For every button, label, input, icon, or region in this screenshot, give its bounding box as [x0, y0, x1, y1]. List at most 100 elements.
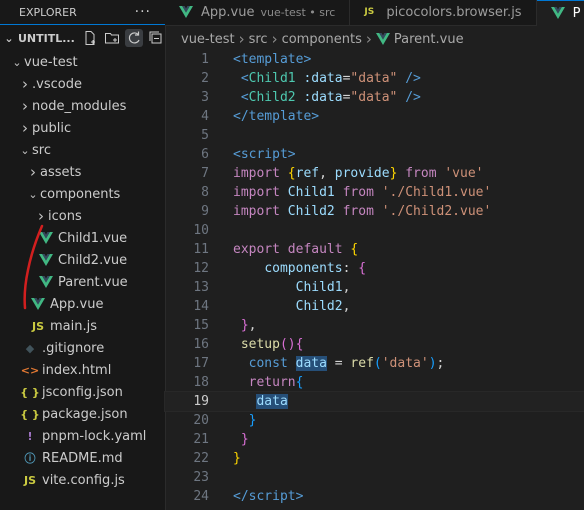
code-token: "data" [350, 71, 398, 86]
code-text: Child2, [209, 297, 351, 316]
code-token: setup [240, 337, 280, 352]
code-line[interactable]: 9 import Child2 from './Child2.vue' [165, 202, 584, 221]
code-line[interactable]: 4 </template> [165, 107, 584, 126]
breadcrumb-item[interactable]: components [282, 32, 362, 47]
code-line[interactable]: 15 }, [165, 316, 584, 335]
code-text: const data = ref('data'); [209, 354, 444, 373]
more-actions-icon[interactable]: ··· [135, 4, 151, 20]
tree-item[interactable]: ⌄ components [0, 183, 165, 205]
code-line[interactable]: 13 Child1, [165, 278, 584, 297]
code-token: > [311, 109, 320, 124]
code-token: import [233, 185, 280, 200]
code-line[interactable]: 16 setup(){ [165, 335, 584, 354]
tree-item[interactable]: ⌄ vue-test [0, 51, 165, 73]
code-line[interactable]: 10 [165, 221, 584, 240]
code-line[interactable]: 22} [165, 449, 584, 468]
code-token: template [240, 52, 304, 67]
code-line[interactable]: 21 } [165, 430, 584, 449]
code-token: Child2 [287, 204, 335, 219]
tab-label: picocolors.browser.js [386, 5, 522, 20]
code-token: , [319, 166, 335, 181]
tree-item[interactable]: <> index.html [0, 359, 165, 381]
code-text: </template> [209, 107, 319, 126]
line-number: 16 [193, 337, 209, 352]
refresh-icon[interactable] [124, 29, 143, 47]
tree-item[interactable]: App.vue [0, 293, 165, 315]
code-token: script [248, 489, 296, 504]
code-token: return [248, 375, 296, 390]
code-line[interactable]: 24 </script> [165, 487, 584, 506]
code-line[interactable]: 20 } [165, 411, 584, 430]
code-line[interactable]: 7 import {ref, provide} from 'vue' [165, 164, 584, 183]
code-token: } [233, 451, 241, 466]
tree-item[interactable]: › .vscode [0, 73, 165, 95]
code-token: const [248, 356, 288, 371]
code-line[interactable]: 5 [165, 126, 584, 145]
tree-item[interactable]: Parent.vue [0, 271, 165, 293]
code-line[interactable]: 2 <Child1 :data="data" /> [165, 69, 584, 88]
chevron-right-icon: › [38, 207, 44, 225]
tree-item[interactable]: JS main.js [0, 315, 165, 337]
tree-item-label: vue-test [24, 54, 78, 70]
tree-item[interactable]: ⌄ src [0, 139, 165, 161]
tab-1[interactable]: App.vue vue-test • src [165, 0, 351, 25]
code-line[interactable]: 3 <Child2 :data="data" /> [165, 88, 584, 107]
tree-item-label: index.html [42, 362, 112, 378]
chevron-right-icon: › [30, 163, 36, 181]
tree-item[interactable]: { } jsconfig.json [0, 381, 165, 403]
code-line[interactable]: 23 [165, 468, 584, 487]
breadcrumb-item[interactable]: src [249, 32, 268, 47]
tree-item[interactable]: › icons [0, 205, 165, 227]
code-line[interactable]: 11 export default { [165, 240, 584, 259]
tab-3[interactable]: P [536, 0, 584, 26]
new-file-icon[interactable] [81, 29, 99, 47]
tree-item[interactable]: ! pnpm-lock.yaml [0, 425, 165, 447]
line-number: 17 [193, 356, 209, 371]
tree-item[interactable]: Child1.vue [0, 227, 165, 249]
tree-item-label: .vscode [32, 76, 82, 92]
code-token: </ [233, 489, 249, 504]
code-line[interactable]: 18 return{ [165, 373, 584, 392]
tree-item[interactable]: › assets [0, 161, 165, 183]
tree-item-label: README.md [42, 450, 123, 466]
code-line[interactable]: 19 data [164, 391, 584, 412]
tree-item[interactable]: JS vite.config.js [0, 469, 165, 491]
json-file-icon: { } [20, 407, 40, 421]
workspace-header[interactable]: ⌄ UNTITL... [0, 24, 165, 51]
tree-item[interactable]: ⓘ README.md [0, 447, 165, 469]
breadcrumb-item[interactable]: vue-test [181, 32, 235, 47]
tree-item[interactable]: { } package.json [0, 403, 165, 425]
chevron-down-icon: ⌄ [12, 55, 22, 69]
code-line[interactable]: 1 <template> [165, 50, 584, 69]
git-file-icon: ◆ [25, 341, 35, 355]
collapse-all-icon[interactable] [147, 29, 165, 47]
code-token: , [248, 318, 257, 333]
code-line[interactable]: 14 Child2, [165, 297, 584, 316]
tree-item[interactable]: ◆ .gitignore [0, 337, 165, 359]
code-line[interactable]: 17 const data = ref('data'); [165, 354, 584, 373]
html-file-icon: <> [20, 363, 40, 377]
code-editor[interactable]: 1 <template> 2 <Child1 :data="data" /> 3 <C… [164, 50, 584, 510]
tree-item[interactable]: › public [0, 117, 165, 139]
code-token: > [303, 52, 312, 67]
code-line[interactable]: 6 <script> [165, 145, 584, 164]
breadcrumb-item[interactable]: Parent.vue [394, 32, 464, 47]
code-token: , [342, 280, 351, 295]
tab-2[interactable]: JS picocolors.browser.js [350, 0, 537, 25]
code-line[interactable]: 8 import Child1 from './Child1.vue' [165, 183, 584, 202]
tree-item-label: Parent.vue [58, 274, 128, 290]
new-folder-icon[interactable] [103, 29, 121, 47]
code-line[interactable]: 12 components: { [165, 259, 584, 278]
tree-item[interactable]: › node_modules [0, 95, 165, 117]
code-token: () [279, 337, 296, 352]
line-number: 21 [193, 432, 209, 447]
tree-item[interactable]: Child2.vue [0, 249, 165, 271]
